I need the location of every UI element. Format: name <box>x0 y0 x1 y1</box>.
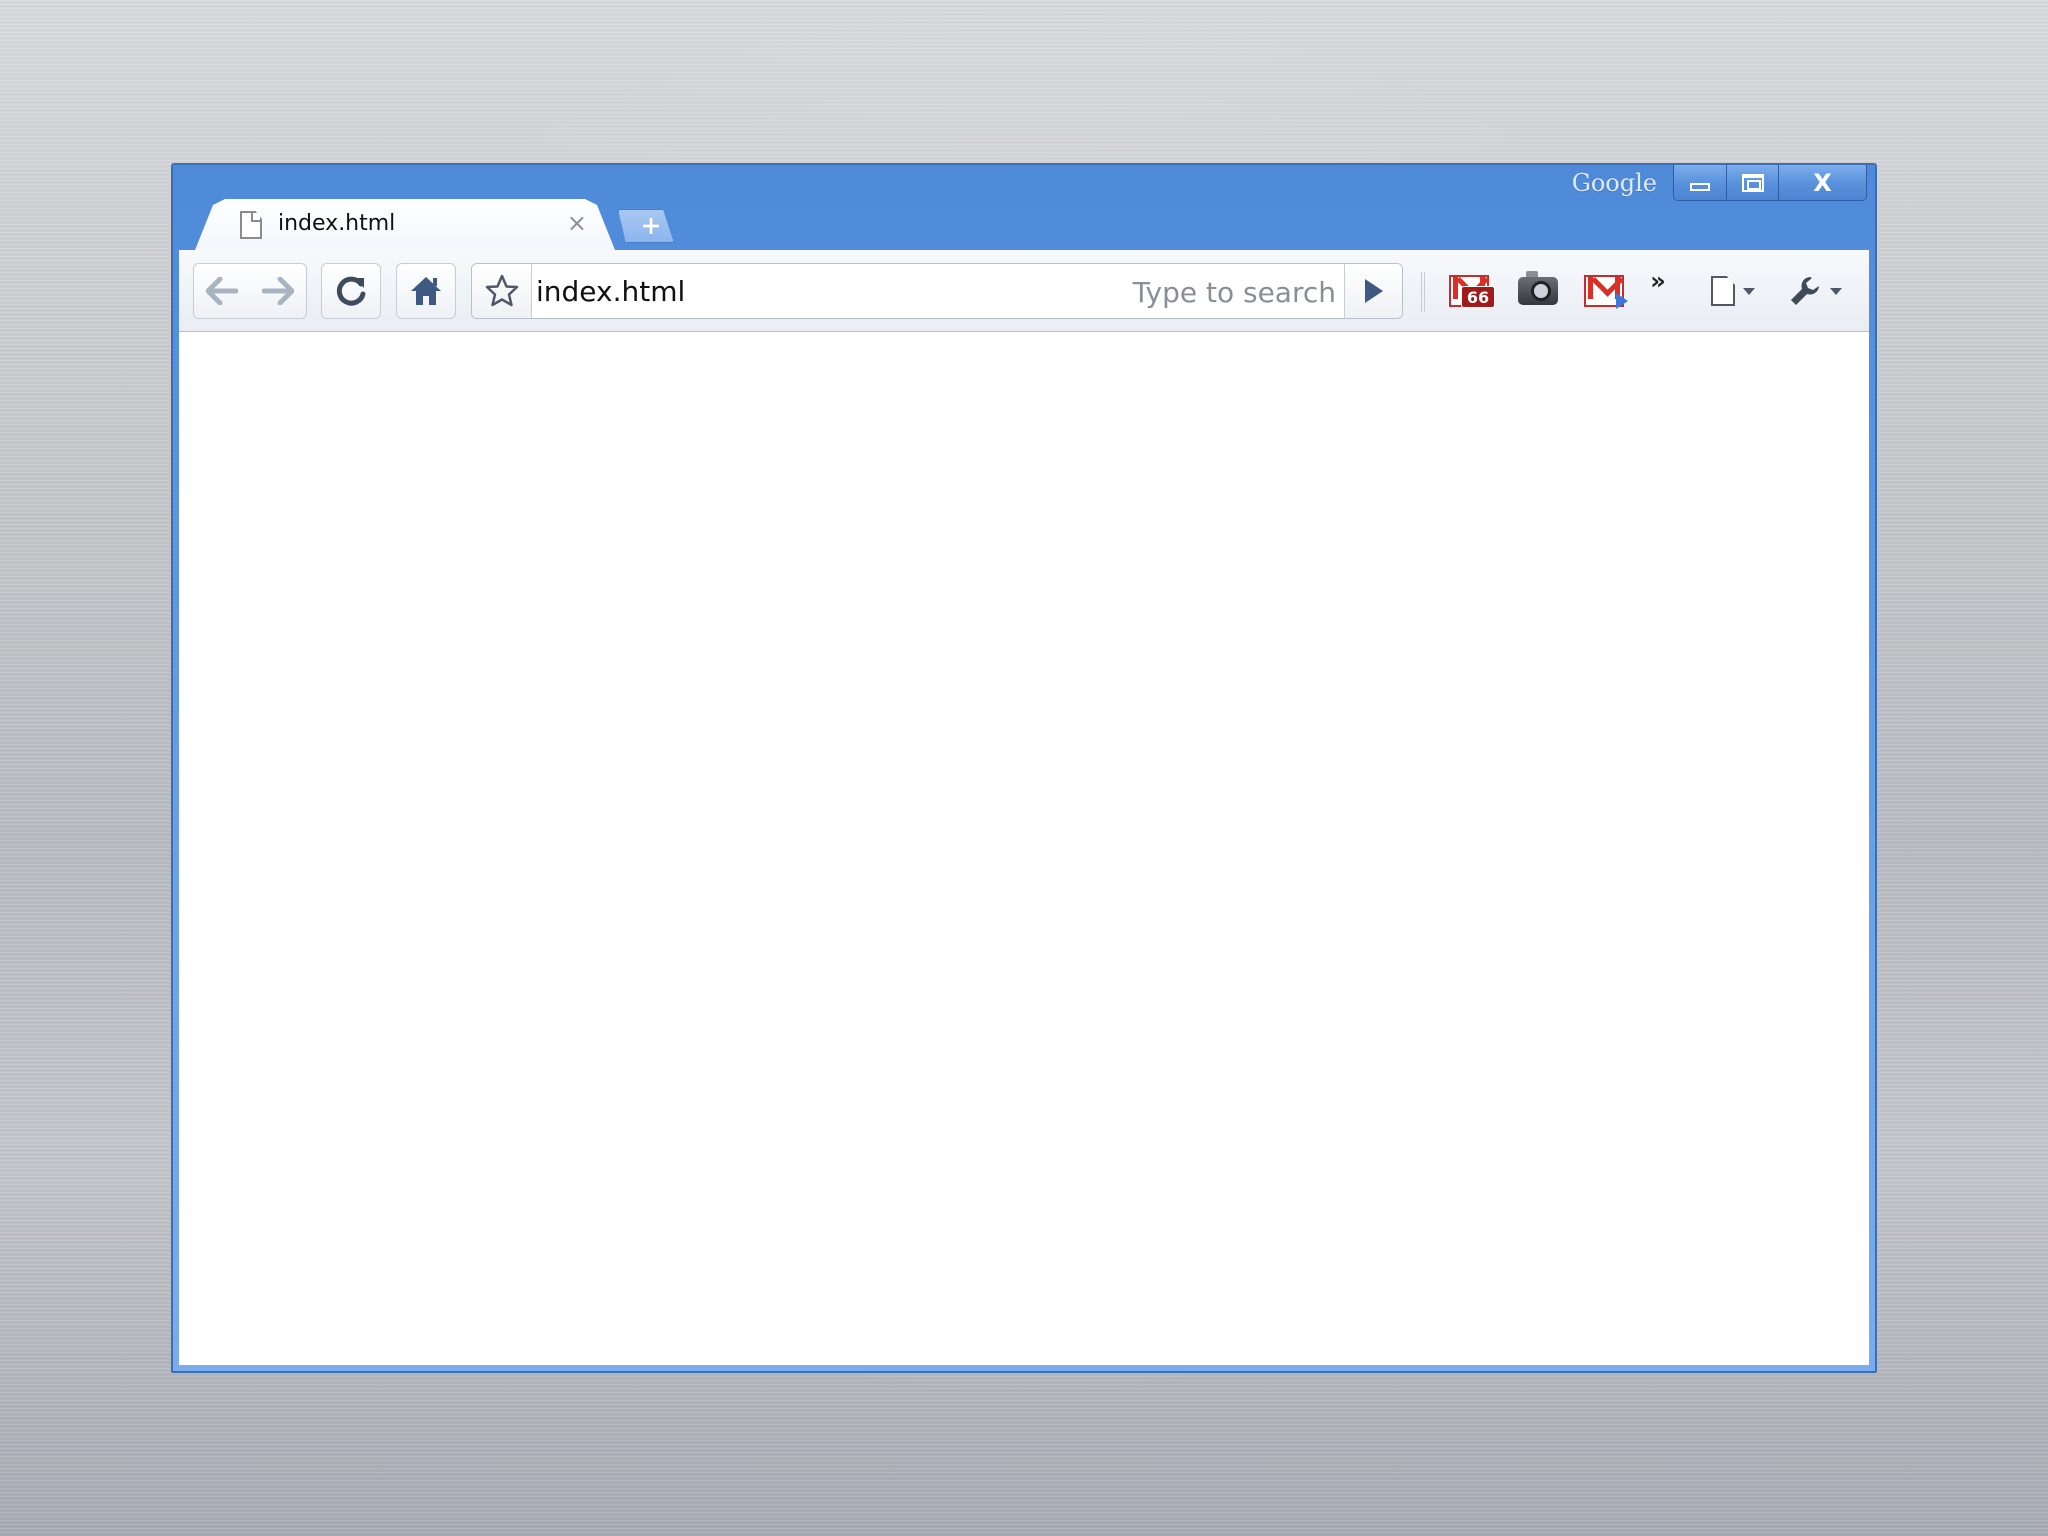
page-menu-button[interactable] <box>1703 268 1763 314</box>
chevron-down-icon <box>1743 287 1755 295</box>
arrow-icon <box>1616 293 1628 309</box>
tab-close-icon[interactable]: × <box>567 209 587 237</box>
back-arrow-icon <box>206 277 238 305</box>
tab-title: index.html <box>278 211 396 236</box>
screenshot-extension-button[interactable] <box>1513 268 1563 314</box>
page-icon <box>240 211 262 239</box>
window-controls: X <box>1673 165 1867 201</box>
gmail-compose-button[interactable] <box>1579 268 1629 314</box>
play-arrow-icon <box>1364 279 1383 303</box>
extensions-overflow-button[interactable]: » <box>1641 258 1675 304</box>
tab-index-html[interactable]: index.html × <box>195 199 615 250</box>
google-brand: Google <box>1571 169 1657 197</box>
star-icon <box>485 274 518 307</box>
wrench-menu-button[interactable] <box>1783 268 1847 314</box>
omnibox: Type to search <box>471 263 1403 319</box>
new-tab-button[interactable]: + <box>618 209 674 243</box>
forward-button[interactable] <box>250 264 306 318</box>
minimize-icon <box>1690 182 1710 191</box>
gmail-compose-icon <box>1584 275 1628 309</box>
wrench-icon <box>1791 277 1819 305</box>
url-input[interactable] <box>536 270 1136 312</box>
unread-count-badge: 66 <box>1461 286 1495 308</box>
navigation-buttons <box>193 263 307 319</box>
reload-icon <box>336 276 366 306</box>
reload-button[interactable] <box>321 263 381 319</box>
toolbar: Type to search 66 » <box>179 250 1869 332</box>
search-hint: Type to search <box>1132 276 1336 309</box>
home-icon <box>411 277 441 305</box>
maximize-icon <box>1741 173 1764 192</box>
go-button[interactable] <box>1344 264 1402 318</box>
page-icon <box>1711 276 1735 306</box>
close-window-button[interactable]: X <box>1778 165 1866 200</box>
forward-arrow-icon <box>262 277 294 305</box>
minimize-button[interactable] <box>1674 165 1726 200</box>
plus-icon: + <box>640 211 662 241</box>
back-button[interactable] <box>194 264 250 318</box>
home-button[interactable] <box>396 263 456 319</box>
gmail-checker-button[interactable]: 66 <box>1441 268 1497 314</box>
page-content-area <box>179 332 1869 1365</box>
chevron-down-icon <box>1830 287 1842 295</box>
toolbar-separator <box>1421 272 1425 312</box>
bookmark-star-button[interactable] <box>472 264 532 318</box>
browser-window: Google X index.html × + index.html Type … <box>171 163 1877 1373</box>
camera-icon <box>1518 271 1558 305</box>
title-bar: Google X index.html × + <box>173 165 1875 250</box>
maximize-button[interactable] <box>1726 165 1778 200</box>
